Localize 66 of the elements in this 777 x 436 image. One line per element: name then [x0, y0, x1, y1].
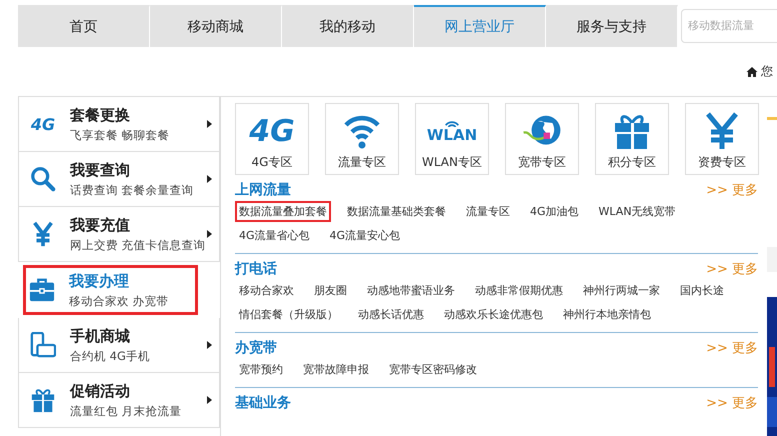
service-link[interactable]: 动感长话优惠: [354, 304, 428, 325]
menu-title: 套餐更换: [70, 106, 131, 124]
category-tile[interactable]: 积分专区: [595, 103, 669, 175]
section-title: 办宽带: [235, 339, 277, 357]
briefcase-icon: [29, 277, 55, 303]
service-link[interactable]: 神州行本地亲情包: [559, 304, 655, 325]
service-link[interactable]: WLAN无线宽带: [594, 201, 680, 222]
arrow-icon: [207, 396, 212, 404]
gift-icon: [30, 387, 56, 413]
menu-subtitle: 话费查询 套餐余量查询: [70, 182, 194, 198]
service-link[interactable]: 4G加油包: [526, 201, 583, 222]
sidebar-item[interactable]: 我要充值 网上交费 充值卡信息查询: [18, 207, 220, 262]
service-link[interactable]: 宽带预约: [235, 359, 287, 380]
nav-tab[interactable]: 移动商城: [150, 5, 282, 47]
category-tile[interactable]: 宽带专区: [505, 103, 579, 175]
menu-subtitle: 流量红包 月末抢流量: [70, 404, 182, 418]
wlan-logo-icon: WLAN: [426, 127, 478, 144]
menu-subtitle: 飞享套餐 畅聊套餐: [70, 128, 170, 142]
service-link[interactable]: 数据流量叠加套餐: [235, 201, 331, 222]
sidebar-item[interactable]: 手机商城 合约机 4G手机: [18, 318, 220, 373]
section-title: 打电话: [235, 260, 277, 278]
category-tile[interactable]: 流量专区: [325, 103, 399, 175]
arrow-icon: [207, 341, 212, 349]
menu-title: 我要办理: [69, 272, 130, 290]
category-tile[interactable]: 4G 4G专区: [235, 103, 309, 175]
section-title: 基础业务: [235, 394, 291, 412]
service-link[interactable]: 动感非常假期优惠: [471, 280, 567, 301]
menu-subtitle: 网上交费 充值卡信息查询: [70, 238, 206, 252]
nav-tab[interactable]: 首页: [18, 5, 150, 47]
menu-subtitle: 合约机 4G手机: [70, 348, 150, 364]
4g-logo-icon: 4G: [30, 114, 56, 134]
4g-logo-icon: 4G: [249, 114, 295, 148]
category-tile[interactable]: WLAN WLAN专区: [415, 103, 489, 175]
arrow-icon: [207, 120, 212, 128]
nav-tab[interactable]: 我的移动: [282, 5, 414, 47]
search-icon: [30, 166, 56, 192]
nav-tab[interactable]: 服务与支持: [546, 5, 678, 47]
service-link[interactable]: 动感欢乐长途优惠包: [440, 304, 547, 325]
menu-subtitle: 移动合家欢 办宽带: [69, 294, 169, 308]
service-link[interactable]: 宽带故障申报: [299, 359, 373, 380]
service-link[interactable]: 神州行两城一家: [579, 280, 664, 301]
service-link[interactable]: 4G流量安心包: [326, 225, 404, 246]
section-title: 上网流量: [235, 181, 291, 199]
arrow-icon: [207, 230, 212, 238]
service-link[interactable]: 动感地带蜜语业务: [363, 280, 459, 301]
category-tile[interactable]: 资费专区: [685, 103, 759, 175]
menu-title: 促销活动: [70, 382, 131, 400]
menu-title: 我要查询: [70, 160, 131, 180]
service-link[interactable]: 宽带专区密码修改: [385, 359, 481, 380]
search-field[interactable]: 移动数据流量: [681, 9, 777, 43]
service-link[interactable]: 数据流量基础类套餐: [343, 201, 450, 222]
service-link[interactable]: 国内长途: [676, 280, 728, 301]
sidebar-item[interactable]: 我要办理 移动合家欢 办宽带: [23, 265, 198, 315]
arrow-icon: [207, 175, 212, 183]
service-link[interactable]: 朋友圈: [310, 280, 351, 301]
breadcrumb-text: 您: [761, 63, 773, 80]
home-icon: [746, 66, 758, 78]
menu-title: 我要充值: [70, 216, 131, 234]
service-link[interactable]: 移动合家欢: [235, 280, 298, 301]
service-link[interactable]: 流量专区: [462, 201, 514, 222]
phone-icon: [30, 332, 56, 358]
service-link[interactable]: 4G流量省心包: [235, 225, 314, 246]
sidebar-item[interactable]: 促销活动 流量红包 月末抢流量: [18, 373, 220, 428]
service-link[interactable]: 情侣套餐（升级版）: [235, 304, 342, 325]
sidebar-item[interactable]: 我要查询 话费查询 套餐余量查询: [18, 152, 220, 207]
menu-title: 手机商城: [70, 326, 131, 346]
